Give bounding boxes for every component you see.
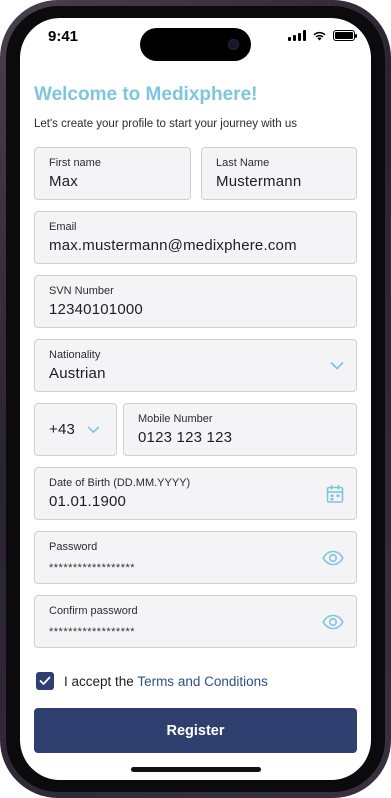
eye-icon[interactable] bbox=[322, 550, 344, 565]
camera-icon bbox=[228, 39, 239, 50]
email-value: max.mustermann@medixphere.com bbox=[49, 237, 297, 254]
country-code-select[interactable]: +43 bbox=[34, 403, 117, 456]
first-name-field[interactable]: First name Max bbox=[34, 147, 191, 200]
mobile-number-value: 0123 123 123 bbox=[138, 429, 233, 446]
last-name-value: Mustermann bbox=[216, 173, 302, 190]
email-label: Email bbox=[49, 221, 77, 233]
wifi-icon bbox=[313, 31, 326, 41]
password-value: ****************** bbox=[49, 562, 136, 574]
side-button bbox=[0, 150, 1, 180]
terms-row: I accept the Terms and Conditions bbox=[36, 672, 268, 690]
calendar-icon[interactable] bbox=[326, 484, 344, 503]
first-name-value: Max bbox=[49, 173, 78, 190]
terms-prefix: I accept the bbox=[64, 673, 134, 689]
volume-down-button bbox=[0, 268, 1, 323]
phone-frame: 9:41 Welcome to Medixphere! Let's create… bbox=[0, 0, 391, 798]
nationality-label: Nationality bbox=[49, 349, 101, 361]
date-of-birth-value: 01.01.1900 bbox=[49, 493, 127, 510]
country-code-value: +43 bbox=[49, 420, 76, 438]
screen: 9:41 Welcome to Medixphere! Let's create… bbox=[20, 18, 371, 780]
dynamic-island bbox=[140, 28, 251, 61]
chevron-down-icon[interactable] bbox=[330, 361, 344, 370]
email-field[interactable]: Email max.mustermann@medixphere.com bbox=[34, 211, 357, 264]
last-name-label: Last Name bbox=[216, 157, 270, 169]
confirm-password-label: Confirm password bbox=[49, 605, 138, 617]
nationality-select[interactable]: Nationality Austrian bbox=[34, 339, 357, 392]
date-of-birth-label: Date of Birth (DD.MM.YYYY) bbox=[49, 477, 191, 489]
first-name-label: First name bbox=[49, 157, 101, 169]
volume-up-button bbox=[0, 200, 1, 255]
status-time: 9:41 bbox=[48, 28, 79, 45]
svn-number-field[interactable]: SVN Number 12340101000 bbox=[34, 275, 357, 328]
mobile-number-field[interactable]: Mobile Number 0123 123 123 bbox=[123, 403, 357, 456]
last-name-field[interactable]: Last Name Mustermann bbox=[201, 147, 357, 200]
password-label: Password bbox=[49, 541, 98, 553]
check-icon bbox=[39, 676, 51, 685]
confirm-password-value: ****************** bbox=[49, 626, 136, 638]
password-field[interactable]: Password ****************** bbox=[34, 531, 357, 584]
home-indicator bbox=[130, 767, 261, 772]
chevron-down-icon[interactable] bbox=[87, 426, 100, 434]
registration-form: Welcome to Medixphere! Let's create your… bbox=[34, 76, 357, 134]
terms-text: I accept the Terms and Conditions bbox=[64, 674, 268, 689]
page-subtitle: Let's create your profile to start your … bbox=[34, 118, 297, 130]
page-title: Welcome to Medixphere! bbox=[34, 84, 258, 105]
mobile-number-label: Mobile Number bbox=[138, 413, 213, 425]
battery-icon bbox=[333, 30, 357, 41]
confirm-password-field[interactable]: Confirm password ****************** bbox=[34, 595, 357, 648]
svn-number-value: 12340101000 bbox=[49, 301, 143, 318]
terms-link[interactable]: Terms and Conditions bbox=[137, 674, 268, 689]
svn-number-label: SVN Number bbox=[49, 285, 114, 297]
nationality-value: Austrian bbox=[49, 365, 106, 382]
eye-icon[interactable] bbox=[322, 614, 344, 629]
terms-checkbox[interactable] bbox=[36, 672, 54, 690]
status-icons bbox=[288, 30, 357, 41]
cellular-signal-icon bbox=[288, 30, 306, 41]
register-button[interactable]: Register bbox=[34, 708, 357, 753]
date-of-birth-field[interactable]: Date of Birth (DD.MM.YYYY) 01.01.1900 bbox=[34, 467, 357, 520]
